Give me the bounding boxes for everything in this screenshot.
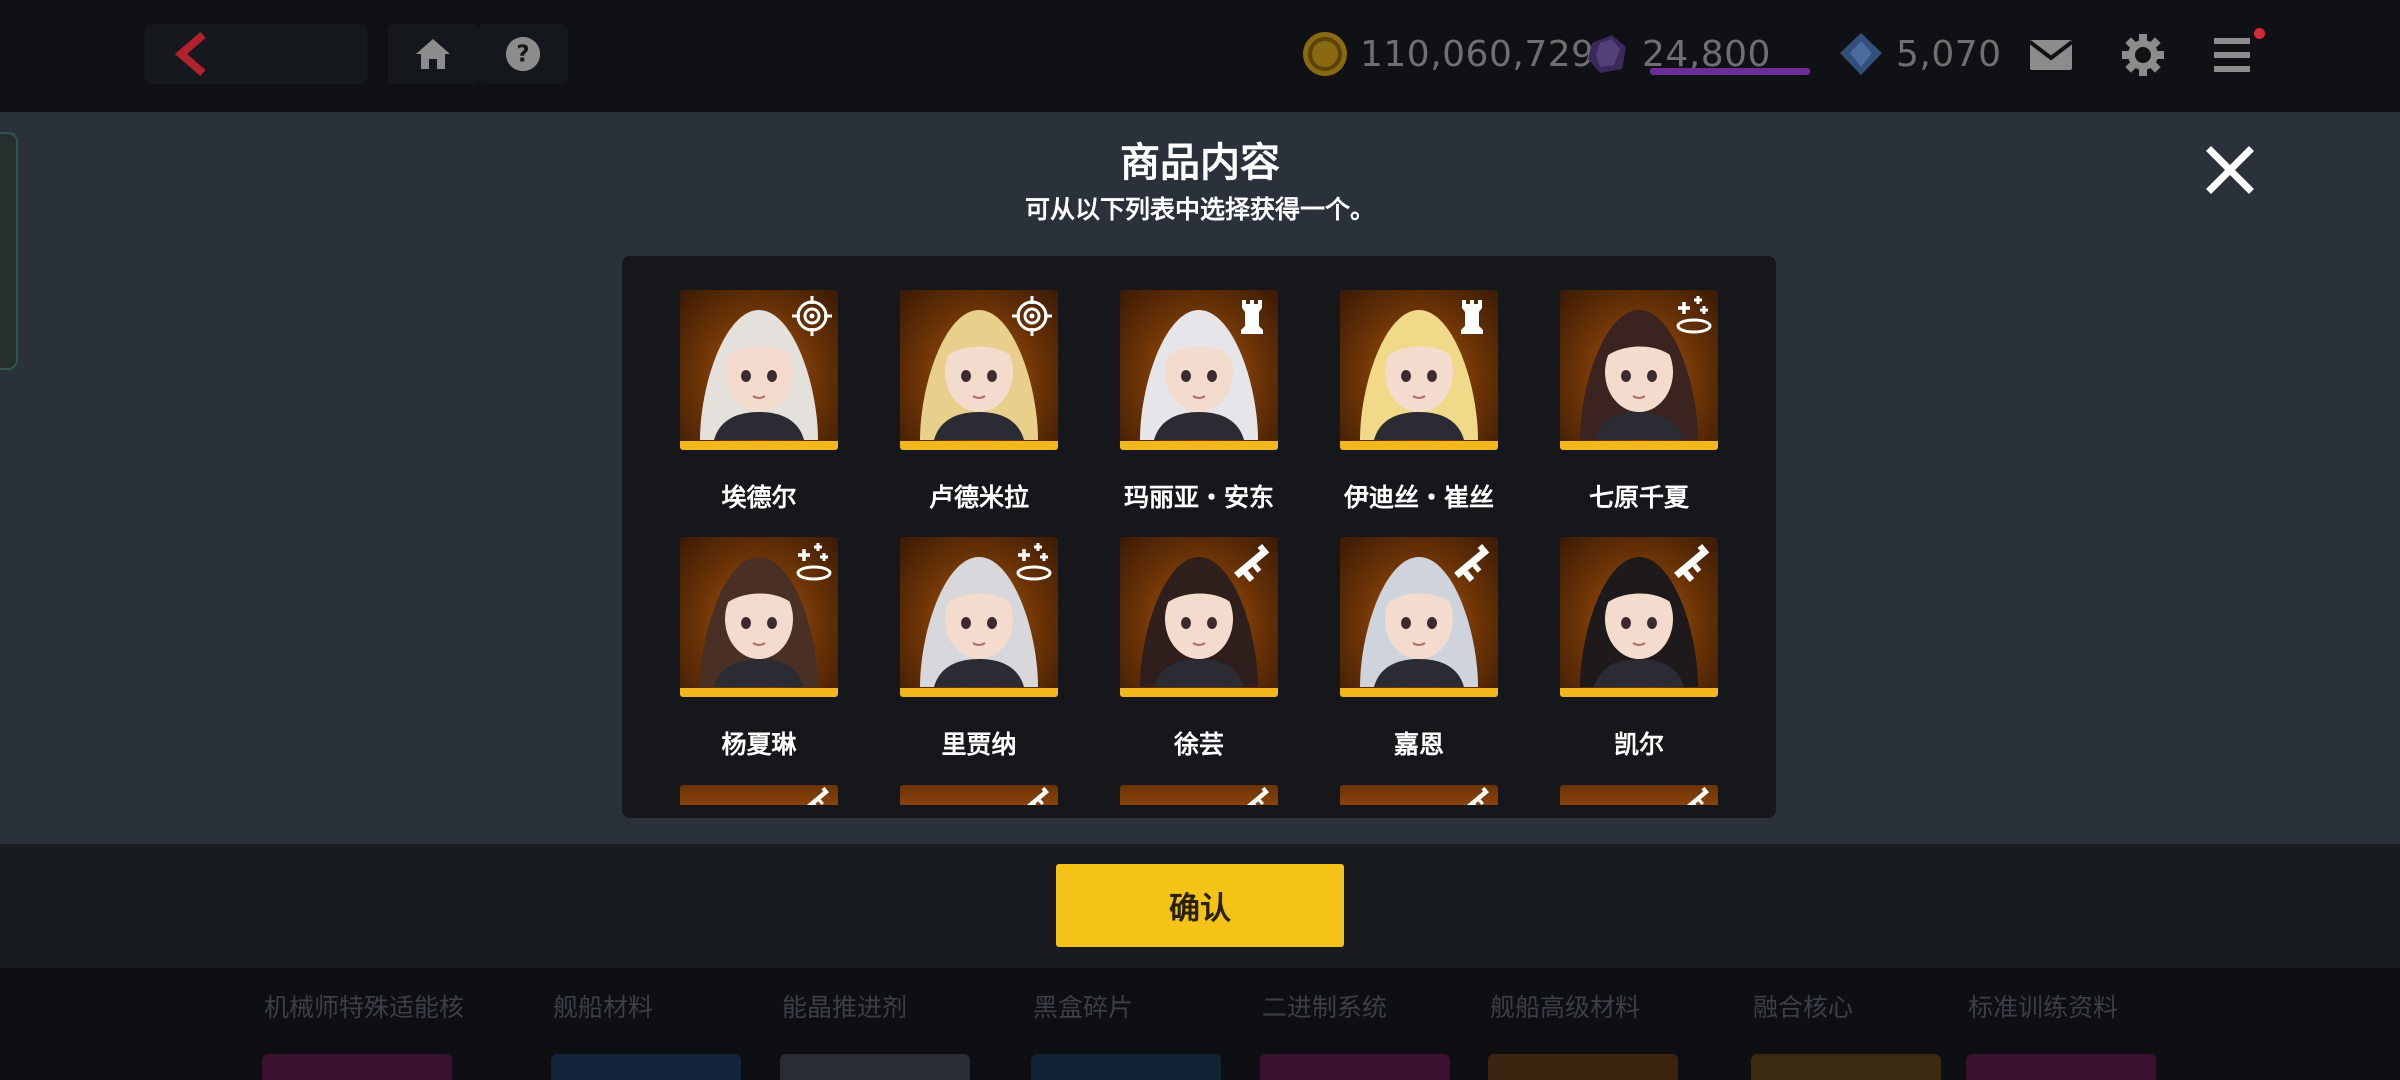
menu-icon[interactable]: [2206, 30, 2260, 80]
dialog-title: 商品内容: [1120, 140, 1280, 186]
character-name: 嘉恩: [1393, 730, 1444, 759]
card-rarity-bar: [680, 441, 838, 450]
bottom-tab[interactable]: 标准训练资料: [1968, 988, 2118, 1024]
card-rarity-bar: [680, 688, 838, 697]
character-card-partial[interactable]: [1560, 785, 1718, 805]
back-button[interactable]: [145, 24, 367, 84]
rook-icon: [1241, 300, 1263, 334]
character-card-partial[interactable]: [900, 785, 1058, 805]
close-button[interactable]: [2200, 140, 2260, 200]
character-card[interactable]: [900, 537, 1058, 697]
home-icon: [416, 39, 450, 69]
rifle-icon: [1454, 544, 1490, 582]
rifle-icon: [806, 786, 829, 805]
rifle-icon: [1686, 786, 1709, 805]
rifle-icon: [1466, 786, 1489, 805]
character-card-partial[interactable]: [680, 785, 838, 805]
mail-icon[interactable]: [2024, 30, 2078, 80]
svg-text:?: ?: [516, 42, 529, 68]
bottom-tab[interactable]: 融合核心: [1753, 988, 1853, 1024]
bottom-tab-thumbnail: [262, 1054, 452, 1080]
character-card[interactable]: [680, 537, 838, 697]
currency-diamond[interactable]: 5,070: [1836, 24, 2002, 84]
top-bar: ? 110,060,729 24,800 5,070: [0, 0, 2400, 112]
gold-coin-icon: [1303, 32, 1347, 76]
character-card-partial[interactable]: [1120, 785, 1278, 805]
card-rarity-bar: [1120, 441, 1278, 450]
confirm-button[interactable]: 确认: [1056, 864, 1344, 947]
card-rarity-bar: [1560, 441, 1718, 450]
rifle-icon: [1234, 544, 1270, 582]
character-name: 玛丽亚・安东: [1123, 483, 1274, 512]
card-rarity-bar: [900, 441, 1058, 450]
bottom-tab-thumbnail: [1260, 1054, 1450, 1080]
screen: ? 110,060,729 24,800 5,070 商品内容 可从以下列表中选…: [0, 0, 2400, 1080]
healer-icon: [1016, 543, 1052, 581]
character-card[interactable]: [1560, 537, 1718, 697]
bottom-tab-thumbnail: [1031, 1054, 1221, 1080]
bottom-tab[interactable]: 能晶推进剂: [782, 988, 907, 1024]
bottom-tab[interactable]: 黑盒碎片: [1033, 988, 1133, 1024]
character-card[interactable]: [1120, 537, 1278, 697]
bottom-tab-thumbnail: [1966, 1054, 2156, 1080]
character-name: 凯尔: [1613, 730, 1664, 759]
dialog-subtitle: 可从以下列表中选择获得一个。: [1024, 195, 1375, 224]
character-card[interactable]: [680, 290, 838, 450]
character-name: 七原千夏: [1588, 483, 1689, 512]
character-name: 伊迪丝・崔丝: [1343, 483, 1494, 512]
notification-dot: [2254, 28, 2265, 39]
bottom-tab-thumbnail: [1751, 1054, 1941, 1080]
rifle-icon: [1246, 786, 1269, 805]
character-name: 徐芸: [1173, 730, 1224, 759]
currency-gold[interactable]: 110,060,729: [1300, 24, 1595, 84]
target-icon: [1012, 296, 1052, 336]
character-card[interactable]: [900, 290, 1058, 450]
diamond-amount: 5,070: [1896, 33, 2002, 75]
card-rarity-bar: [1120, 688, 1278, 697]
bottom-category-tabs: 机械师特殊适能核 舰船材料 能晶推进剂 黑盒碎片 二进制系统 舰船高级材料 融合核心 标准训练…: [0, 968, 2400, 1080]
card-rarity-bar: [1340, 441, 1498, 450]
character-name: 杨夏琳: [721, 730, 797, 759]
rifle-icon: [1674, 544, 1710, 582]
bottom-tab-thumbnail: [551, 1054, 741, 1080]
bottom-tab[interactable]: 舰船材料: [553, 988, 653, 1024]
character-card[interactable]: [1340, 537, 1498, 697]
character-name: 卢德米拉: [928, 483, 1029, 512]
back-arrow-icon: [174, 31, 206, 77]
gold-amount: 110,060,729: [1360, 33, 1595, 75]
bottom-tab[interactable]: 机械师特殊适能核: [264, 988, 464, 1024]
healer-icon: [1676, 296, 1712, 334]
card-rarity-bar: [1560, 688, 1718, 697]
character-name: 埃德尔: [721, 483, 797, 512]
bottom-tab-thumbnail: [1488, 1054, 1678, 1080]
character-list[interactable]: ▬▬▬▬▬▬▬▬▬▬ 埃德尔 卢德米拉: [622, 256, 1776, 818]
card-rarity-bar: [900, 688, 1058, 697]
blue-diamond-icon: [1840, 33, 1882, 75]
purple-crystal-progress: [1650, 68, 1810, 75]
close-icon: [2206, 146, 2254, 194]
rifle-icon: [1026, 786, 1049, 805]
character-card[interactable]: [1340, 290, 1498, 450]
help-button[interactable]: ?: [478, 24, 568, 84]
bottom-tab-thumbnail: [780, 1054, 970, 1080]
target-icon: [792, 296, 832, 336]
bottom-tab[interactable]: 舰船高级材料: [1490, 988, 1640, 1024]
home-button[interactable]: [388, 24, 478, 84]
character-card[interactable]: [1120, 290, 1278, 450]
character-name: 里贾纳: [941, 730, 1017, 759]
healer-icon: [796, 543, 832, 581]
card-rarity-bar: [1340, 688, 1498, 697]
rook-icon: [1461, 300, 1483, 334]
currency-purple-crystal[interactable]: 24,800: [1582, 24, 1771, 84]
purple-crystal-icon: [1588, 35, 1626, 73]
help-icon: ?: [505, 36, 541, 72]
character-card[interactable]: [1560, 290, 1718, 450]
bottom-tab[interactable]: 二进制系统: [1262, 988, 1387, 1024]
purple-crystal-progress-fill: [1650, 68, 1810, 75]
gear-icon[interactable]: [2116, 30, 2170, 80]
character-card-partial[interactable]: [1340, 785, 1498, 805]
